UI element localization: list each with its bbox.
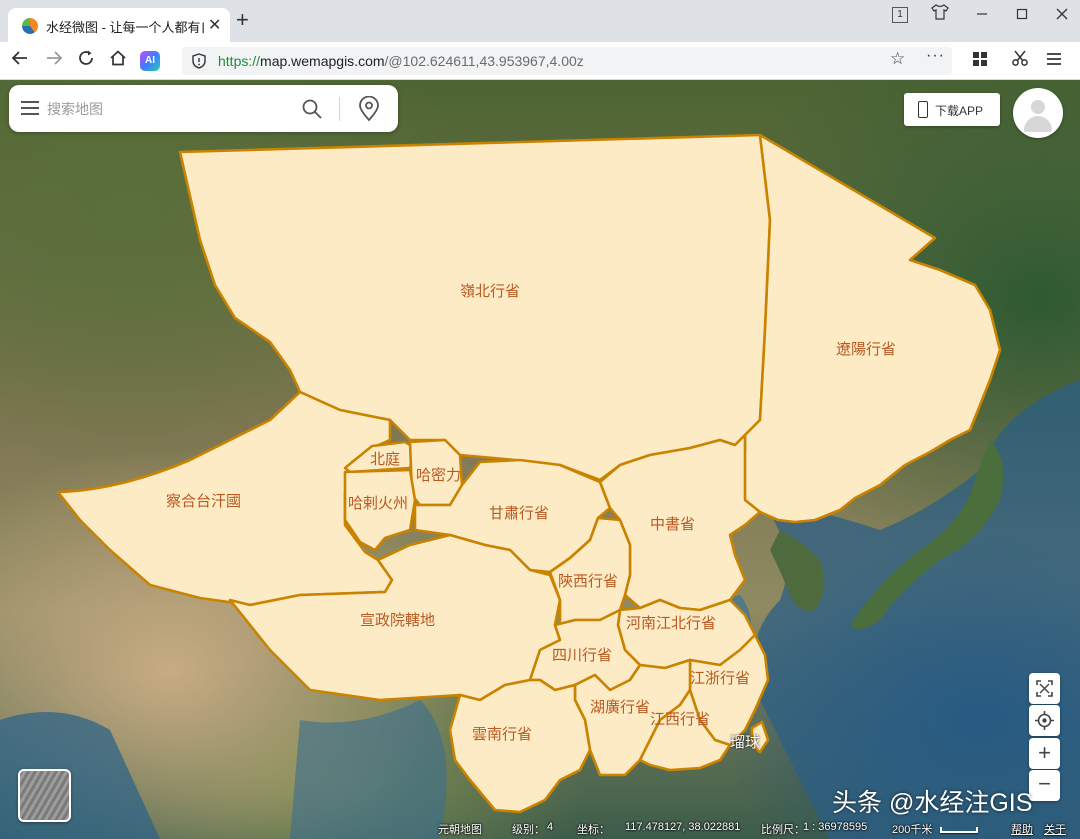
region-label-jiangzhe: 江浙行省 (690, 669, 751, 687)
reload-icon[interactable] (74, 49, 98, 73)
map-name: 元朝地图 (438, 824, 482, 836)
maximize-icon[interactable] (1010, 4, 1034, 26)
location-pin-icon[interactable] (357, 95, 381, 122)
about-link[interactable]: 关于 (1044, 821, 1066, 837)
locate-button[interactable] (1029, 705, 1060, 736)
url-text[interactable]: https://map.wemapgis.com/@102.624611,43.… (218, 53, 584, 69)
search-icon[interactable] (301, 98, 323, 120)
region-liaoyang[interactable] (738, 133, 1002, 524)
new-tab-button[interactable]: + (236, 9, 249, 31)
zoom-level-label: 级别： (512, 824, 545, 836)
region-label-xuanzheng: 宣政院轄地 (360, 611, 436, 629)
back-arrow-icon[interactable] (8, 49, 32, 73)
map-status-bar: 元朝地图 级别： 4 坐标： 117.478127, 38.022881 比例尺… (430, 817, 1080, 839)
tab-count-icon[interactable]: 1 (892, 7, 908, 23)
region-label-zhongshu: 中書省 (650, 515, 696, 533)
tab-title: 水经微图 - 让每一个人都有自 (46, 20, 204, 35)
url-host: map.wemapgis.com (260, 53, 385, 69)
scale-label: 比例尺： (761, 824, 805, 836)
apps-grid-icon[interactable] (968, 49, 992, 73)
region-label-huguang: 湖廣行省 (590, 698, 651, 716)
region-label-liuqiu: 瑠球 (730, 733, 761, 751)
crosshair-icon (1035, 711, 1054, 730)
screenshot-button[interactable] (1029, 673, 1060, 704)
region-label-liaoyang: 遼陽行省 (836, 340, 897, 358)
address-bar[interactable]: https://map.wemapgis.com/@102.624611,43.… (182, 47, 952, 75)
bookmark-star-icon[interactable]: ☆ (890, 49, 905, 69)
coordinate-label: 坐标： (577, 824, 610, 836)
region-label-chagatai: 察合台汗國 (166, 492, 242, 510)
scissors-icon[interactable] (1008, 49, 1032, 73)
screenshot-icon (1036, 680, 1053, 697)
search-divider (339, 97, 340, 121)
region-label-henan-jiangbei: 河南江北行省 (626, 614, 717, 632)
avatar-body (1024, 116, 1052, 132)
more-dots-icon[interactable]: ··· (926, 47, 945, 65)
zoom-out-button[interactable]: − (1029, 770, 1060, 801)
search-input[interactable] (47, 97, 287, 121)
region-label-sichuan: 四川行省 (552, 646, 613, 664)
scale-bar (940, 827, 978, 833)
basemap-layer-switch[interactable] (18, 769, 71, 822)
forward-arrow-icon[interactable] (42, 49, 66, 73)
browser-toolbar: AI https://map.wemapgis.com/@102.624611,… (0, 42, 1080, 80)
region-label-jiangxi: 江西行省 (650, 710, 711, 728)
region-label-beiting: 北庭 (370, 450, 401, 468)
search-panel (9, 85, 398, 132)
url-path: /@102.624611,43.953967,4.00z (384, 53, 584, 69)
browser-menu-icon[interactable] (1042, 49, 1066, 73)
avatar-head (1031, 100, 1045, 114)
zoom-level-value: 4 (547, 821, 554, 833)
scalebar-label: 200千米 (892, 824, 933, 836)
minimize-icon[interactable] (970, 4, 994, 26)
ai-assistant-icon[interactable]: AI (140, 51, 160, 71)
browser-window: 水经微图 - 让每一个人都有自 ✕ + 1 AI https://map.wem… (0, 0, 1080, 839)
region-label-yunnan: 雲南行省 (472, 725, 533, 743)
region-label-gansu: 甘肅行省 (489, 504, 550, 522)
region-yunnan[interactable] (448, 678, 592, 814)
coordinate-value: 117.478127, 38.022881 (625, 821, 741, 833)
url-scheme: https:// (218, 53, 261, 69)
region-label-shaanxi: 陝西行省 (558, 572, 619, 590)
download-app-label: 下载APP (935, 104, 984, 118)
help-link[interactable]: 帮助 (1011, 821, 1033, 837)
scale-value: 1 : 36978595 (803, 821, 868, 833)
user-avatar[interactable] (1013, 88, 1063, 138)
download-app-button[interactable]: 下载APP (904, 93, 1000, 126)
map-canvas (0, 133, 1080, 839)
phone-icon (918, 101, 928, 118)
map-viewport[interactable]: 嶺北行省 遼陽行省 察合台汗國 北庭 哈密力 哈剌火州 甘肅行省 中書省 宣政院… (0, 80, 1080, 839)
tab-close-icon[interactable]: ✕ (208, 15, 221, 35)
region-label-lingbei: 嶺北行省 (460, 282, 521, 300)
zoom-in-button[interactable]: + (1029, 738, 1060, 769)
region-label-karakhoja: 哈剌火州 (348, 494, 409, 512)
skin-shirt-icon[interactable] (930, 4, 950, 26)
browser-tab[interactable]: 水经微图 - 让每一个人都有自 ✕ (8, 8, 230, 42)
window-close-icon[interactable] (1050, 4, 1074, 26)
shield-icon[interactable] (192, 53, 206, 69)
bay-of-bengal (290, 700, 447, 839)
home-icon[interactable] (106, 49, 130, 73)
region-label-hamili: 哈密力 (416, 466, 462, 484)
hamburger-menu-icon[interactable] (21, 101, 39, 115)
tab-bar: 水经微图 - 让每一个人都有自 ✕ + 1 (0, 0, 1080, 42)
watermark: 头条 @水经注GIS (832, 789, 1033, 817)
site-favicon-icon (22, 18, 38, 34)
